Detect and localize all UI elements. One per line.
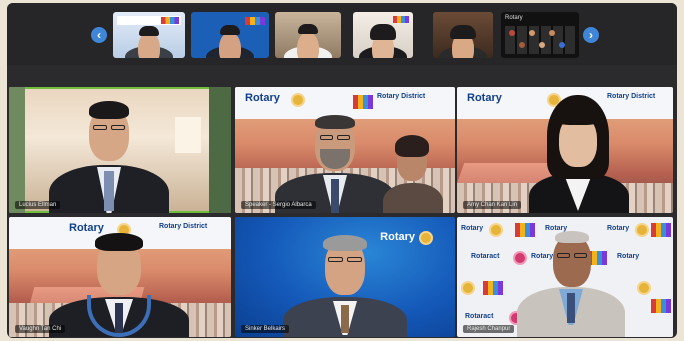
chevron-left-icon[interactable]: ‹ bbox=[91, 27, 107, 43]
video-tile[interactable]: Rotary Rotary District Speaker - Sergio … bbox=[235, 87, 455, 213]
rotary-wheel-icon bbox=[637, 281, 651, 295]
rotaract-wordmark: Rotaract bbox=[465, 313, 494, 320]
rotary-wheel-icon bbox=[635, 223, 649, 237]
rotary-district-logo-icon bbox=[353, 95, 373, 109]
rotary-wordmark: Rotary bbox=[245, 92, 280, 104]
rotary-banner: Rotary Rotary District bbox=[235, 87, 455, 119]
rotary-wheel-icon bbox=[461, 281, 475, 295]
participant-name: Sinker Belkairs bbox=[241, 325, 290, 333]
video-tile[interactable]: Rotary Rotary Rotary Rotaract Rotary Rot… bbox=[457, 217, 673, 337]
participant-thumbnail[interactable] bbox=[433, 12, 493, 58]
participant-name: Rajesh Chanpur bbox=[463, 325, 515, 333]
participant-name: Speaker - Sergio Albarca bbox=[241, 201, 316, 209]
rotaract-wheel-icon bbox=[513, 251, 527, 265]
video-conference-window: ‹ Rotary › Lucius Ellman Rotary Rotary D… bbox=[7, 3, 677, 338]
rotary-wheel-icon bbox=[291, 93, 305, 107]
rotary-wordmark: Rotary bbox=[461, 225, 484, 232]
participant-thumbnail[interactable] bbox=[113, 12, 185, 58]
rotary-wordmark: Rotary bbox=[467, 92, 502, 104]
rotary-district-label: Rotary District bbox=[159, 223, 208, 230]
rotary-district-logo-icon bbox=[651, 223, 671, 237]
video-tile[interactable]: Lucius Ellman bbox=[9, 87, 231, 213]
participant-thumbnail[interactable] bbox=[275, 12, 341, 58]
rotary-district-label: Rotary District bbox=[607, 93, 656, 100]
rotary-district-logo-icon bbox=[515, 223, 535, 237]
rotaract-wordmark: Rotaract bbox=[471, 253, 500, 260]
participant-filmstrip: ‹ Rotary › bbox=[7, 3, 677, 65]
video-tile[interactable]: Rotary Sinker Belkairs bbox=[235, 217, 455, 337]
rotary-wordmark: Rotary bbox=[531, 253, 554, 260]
rotary-wordmark: Rotary bbox=[69, 222, 104, 234]
rotary-district-logo-icon bbox=[651, 299, 671, 313]
participant-thumbnail[interactable] bbox=[191, 12, 269, 58]
rotary-district-label: Rotary District bbox=[377, 93, 426, 100]
participant-name: Vaughn Tan Chi bbox=[15, 325, 66, 333]
video-tile[interactable]: Rotary Rotary District Amy Chan Kan Lin bbox=[457, 87, 673, 213]
rotary-wordmark: Rotary bbox=[607, 225, 630, 232]
participant-name: Amy Chan Kan Lin bbox=[463, 201, 522, 209]
thumbnail-label: Rotary bbox=[505, 15, 523, 21]
chevron-right-icon[interactable]: › bbox=[583, 27, 599, 43]
rotary-wheel-icon bbox=[419, 231, 433, 245]
participant-thumbnail-gallery[interactable]: Rotary bbox=[501, 12, 579, 58]
rotary-wheel-icon bbox=[489, 223, 503, 237]
rotary-district-logo-icon bbox=[483, 281, 503, 295]
rotary-wordmark: Rotary bbox=[617, 253, 640, 260]
rotary-wordmark: Rotary bbox=[380, 231, 415, 243]
participant-name: Lucius Ellman bbox=[15, 201, 61, 209]
participant-thumbnail[interactable] bbox=[353, 12, 413, 58]
video-tile[interactable]: Rotary Rotary District Vaughn Tan Chi bbox=[9, 217, 231, 337]
